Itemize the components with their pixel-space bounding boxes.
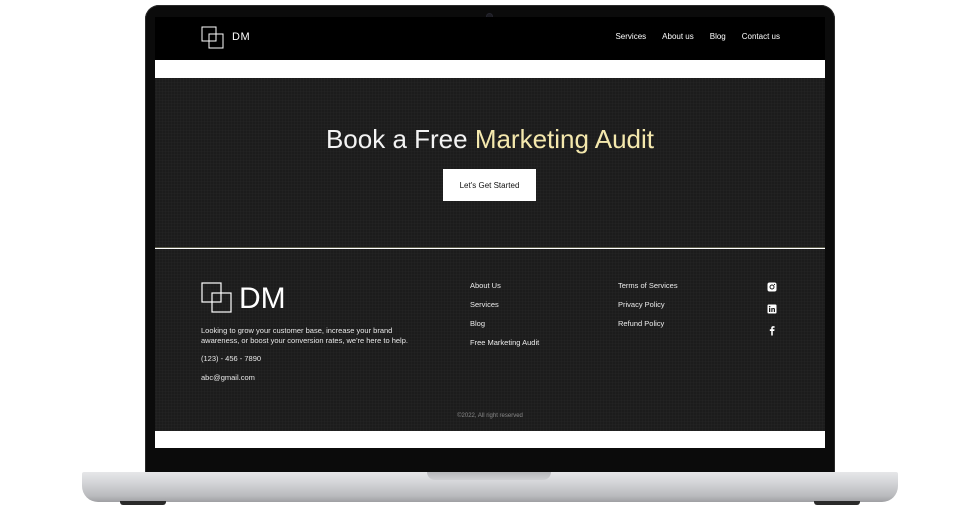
hero-title: Book a Free Marketing Audit — [155, 124, 825, 155]
footer-link-terms[interactable]: Terms of Services — [618, 281, 678, 290]
footer-link-blog[interactable]: Blog — [470, 319, 539, 328]
copyright-text: ©2022, All right reserved — [457, 413, 523, 419]
nav-link-contact-us[interactable]: Contact us — [742, 32, 780, 41]
footer-link-services[interactable]: Services — [470, 300, 539, 309]
nav-links: Services About us Blog Contact us — [615, 32, 780, 41]
footer-link-refund[interactable]: Refund Policy — [618, 319, 678, 328]
linkedin-icon[interactable] — [767, 303, 777, 314]
footer-links-legal: Terms of Services Privacy Policy Refund … — [618, 281, 678, 328]
laptop-notch — [427, 472, 551, 480]
nav-link-about-us[interactable]: About us — [662, 32, 694, 41]
screen-bezel-bottom — [155, 448, 825, 456]
hero-section: Book a Free Marketing Audit Let's Get St… — [155, 78, 825, 248]
hero-title-text: Book a Free — [325, 124, 475, 154]
footer: DM Looking to grow your customer base, i… — [155, 249, 825, 431]
footer-link-privacy[interactable]: Privacy Policy — [618, 300, 678, 309]
footer-email[interactable]: abc@gmail.com — [201, 373, 255, 382]
brand-logo-icon[interactable] — [201, 26, 225, 50]
hero-title-accent: Marketing Audit — [474, 124, 655, 154]
footer-links-main: About Us Services Blog Free Marketing Au… — [470, 281, 539, 347]
footer-link-free-audit[interactable]: Free Marketing Audit — [470, 338, 539, 347]
facebook-icon[interactable] — [767, 325, 777, 336]
laptop-screen: DM Services About us Blog Contact us Boo… — [155, 17, 825, 456]
footer-link-about-us[interactable]: About Us — [470, 281, 539, 290]
get-started-button[interactable]: Let's Get Started — [443, 169, 536, 201]
laptop-foot-right — [814, 501, 860, 505]
laptop-foot-left — [120, 501, 166, 505]
footer-brand-name: DM — [239, 282, 286, 315]
brand-name[interactable]: DM — [232, 31, 250, 43]
footer-phone[interactable]: (123) - 456 - 7890 — [201, 354, 261, 363]
footer-description: Looking to grow your customer base, incr… — [201, 326, 408, 345]
social-links — [767, 281, 777, 336]
nav-link-services[interactable]: Services — [615, 32, 646, 41]
section-gap — [155, 60, 825, 78]
nav-link-blog[interactable]: Blog — [710, 32, 726, 41]
instagram-icon[interactable] — [767, 281, 777, 292]
footer-logo-icon[interactable] — [201, 282, 233, 314]
top-navbar: DM Services About us Blog Contact us — [155, 17, 825, 60]
